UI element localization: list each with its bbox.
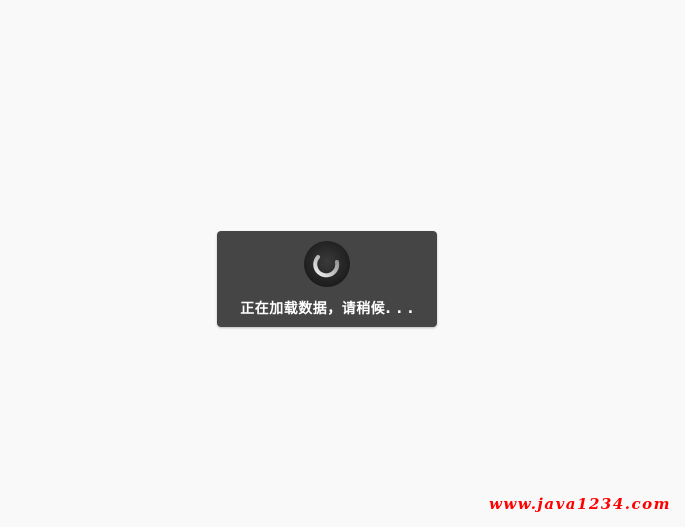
loading-toast: 正在加载数据，请稍候. . .	[217, 231, 437, 327]
loading-message: 正在加载数据，请稍候. . .	[240, 301, 414, 317]
loading-spinner-icon	[304, 241, 350, 287]
watermark-text: www.java1234.com	[488, 495, 671, 513]
page: 正在加载数据，请稍候. . . www.java1234.com	[0, 0, 685, 527]
